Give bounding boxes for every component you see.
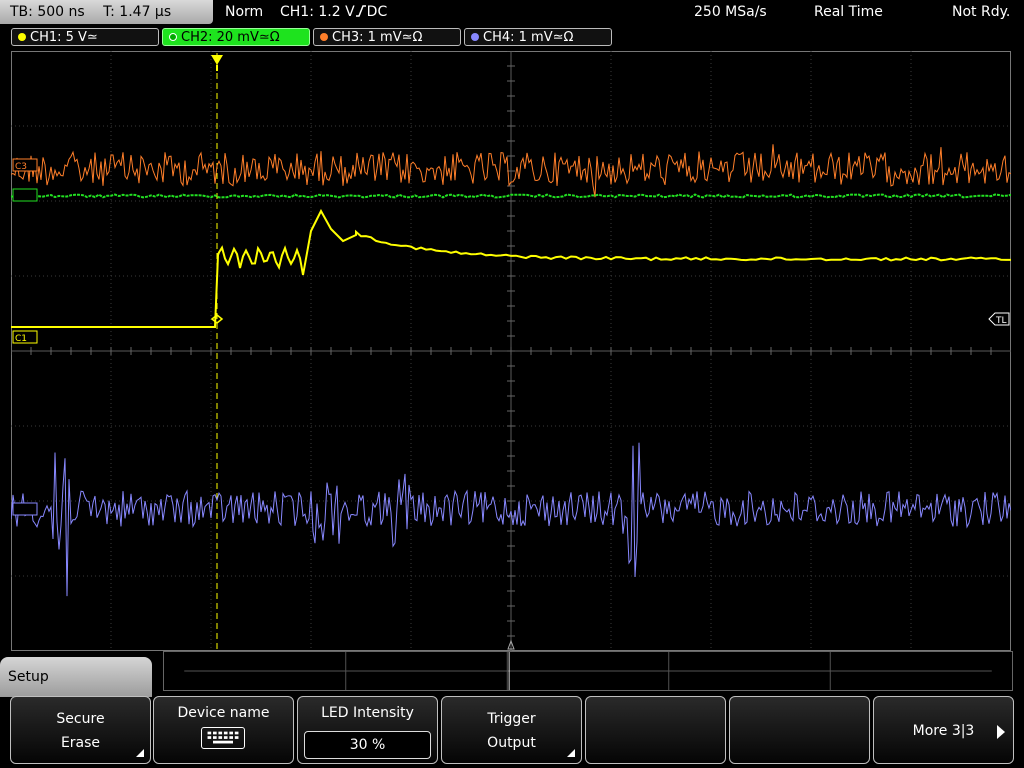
ch4-ground-marker[interactable] [12,502,38,516]
led-intensity-label: LED Intensity [321,705,414,721]
next-page-arrow-icon [997,725,1005,739]
submenu-indicator-icon [567,749,575,757]
ch1-label: CH1: 5 V≃ [30,30,98,45]
info-strip [163,651,1013,691]
ch3-label: CH3: 1 mV≃Ω [332,30,423,45]
channel-tab-ch4[interactable]: CH4: 1 mV≃Ω [464,28,612,46]
trigger-output-line1: Trigger [487,711,536,727]
led-intensity-button[interactable]: LED Intensity 30 % [297,696,438,764]
menu-title: Setup [8,669,49,685]
ch4-label: CH4: 1 mV≃Ω [483,30,574,45]
device-name-label: Device name [177,705,270,721]
ch1-color-dot [18,33,26,41]
more-label: More 3|3 [912,723,975,739]
softkey-empty-5[interactable] [585,696,726,764]
timebase-box[interactable]: TB: 500 ns T: 1.47 µs [0,0,213,24]
ch3-color-dot [320,33,328,41]
submenu-indicator-icon [136,749,144,757]
acquisition-mode: Real Time [814,4,883,20]
more-button[interactable]: More 3|3 [873,696,1014,764]
acquisition-state: Not Rdy. [952,4,1011,20]
ch2-ground-marker[interactable] [12,188,38,202]
softkey-empty-6[interactable] [729,696,870,764]
device-name-button[interactable]: Device name [153,696,294,764]
timebase-label: TB: 500 ns [10,4,85,20]
channel-tab-ch3[interactable]: CH3: 1 mV≃Ω [313,28,461,46]
sample-rate: 250 MSa/s [694,4,767,20]
waveform-display[interactable]: C3 C1 TL [11,51,1011,651]
secure-erase-button[interactable]: Secure Erase [10,696,151,764]
trigger-mode[interactable]: Norm [225,0,263,24]
secure-erase-line2: Erase [60,735,101,751]
trigger-settings[interactable]: CH1: 1.2 V DC [280,0,387,24]
trigger-output-button[interactable]: Trigger Output [441,696,582,764]
rising-edge-icon [355,5,366,17]
trigger-output-line2: Output [487,735,536,751]
trigger-source: CH1: 1.2 V [280,4,355,20]
keyboard-icon [200,727,245,749]
ch4-color-dot [471,33,479,41]
ch2-label: CH2: 20 mV≃Ω [181,30,280,45]
menu-title-tab: Setup [0,657,152,697]
ch3-marker-label: C3 [15,162,27,172]
ch1-ground-marker[interactable]: C1 [12,330,38,344]
trigger-level-label: TL [995,316,1007,326]
trigger-time-label: T: 1.47 µs [103,4,172,20]
led-intensity-value[interactable]: 30 % [304,731,431,759]
ch1-marker-label: C1 [15,334,27,344]
channel-tab-ch1[interactable]: CH1: 5 V≃ [11,28,159,46]
status-bar: TB: 500 ns T: 1.47 µs Norm CH1: 1.2 V DC … [0,0,1024,24]
ch2-color-dot [169,33,177,41]
channel-tab-ch2[interactable]: CH2: 20 mV≃Ω [162,28,310,46]
ch3-ground-marker[interactable]: C3 [12,158,38,172]
trigger-coupling: DC [366,4,388,20]
secure-erase-line1: Secure [56,711,105,727]
